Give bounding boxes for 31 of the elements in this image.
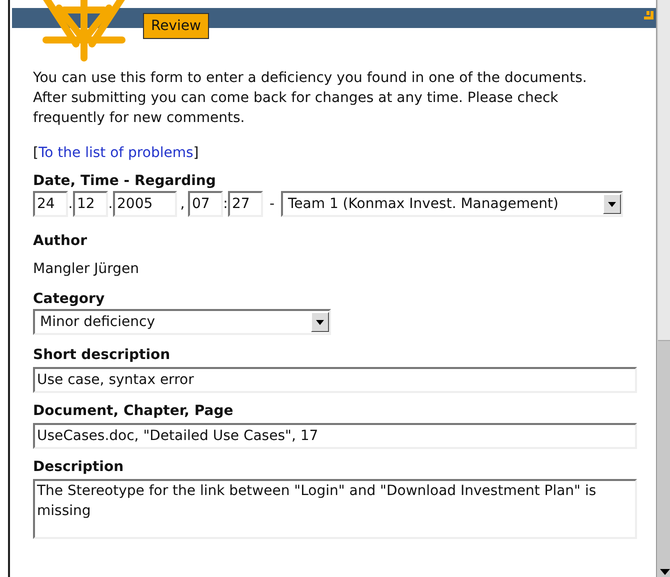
field-label: Date, Time - Regarding: [33, 172, 217, 191]
field-label: Category: [33, 290, 106, 309]
author-name: Mangler Jürgen: [33, 260, 140, 279]
category-dropdown[interactable]: Minor deficiency: [33, 309, 331, 335]
field-label: Author: [33, 232, 88, 251]
day-field[interactable]: 24: [33, 191, 68, 217]
separator: .: [68, 196, 73, 212]
short-description-field[interactable]: Use case, syntax error: [33, 367, 637, 393]
team-dropdown[interactable]: Team 1 (Konmax Invest. Management): [281, 191, 623, 217]
month-field[interactable]: 12: [73, 191, 108, 217]
document-field[interactable]: UseCases.doc, "Detailed Use Cases", 17: [33, 423, 637, 449]
problems-link[interactable]: To the list of problems: [38, 145, 194, 161]
scrollbar[interactable]: [657, 0, 670, 577]
field-label: Description: [33, 458, 125, 477]
review-tab[interactable]: Review: [143, 13, 209, 39]
separator: .: [108, 196, 113, 212]
bracket: [: [33, 145, 38, 161]
corner-icon: [642, 8, 654, 20]
separator: -: [268, 196, 276, 212]
scrollbar-thumb[interactable]: [658, 340, 670, 577]
minute-field[interactable]: 27: [228, 191, 263, 217]
field-label: Short description: [33, 346, 172, 365]
field-label: Document, Chapter, Page: [33, 402, 234, 421]
separator: :: [223, 196, 228, 212]
description-field[interactable]: The Stereotype for the link between "Login" and "Download Investment Plan" is missing: [33, 479, 637, 539]
year-field[interactable]: 2005: [113, 191, 177, 217]
bracket: ]: [193, 145, 199, 161]
intro-text: You can use this form to enter a deficiency you found in one of the documents. After submitting you can come back for changes at any time. Please check frequently for new comments.: [33, 69, 588, 128]
hour-field[interactable]: 07: [188, 191, 223, 217]
scroll-down-icon[interactable]: [660, 569, 670, 575]
separator: ,: [179, 196, 186, 212]
